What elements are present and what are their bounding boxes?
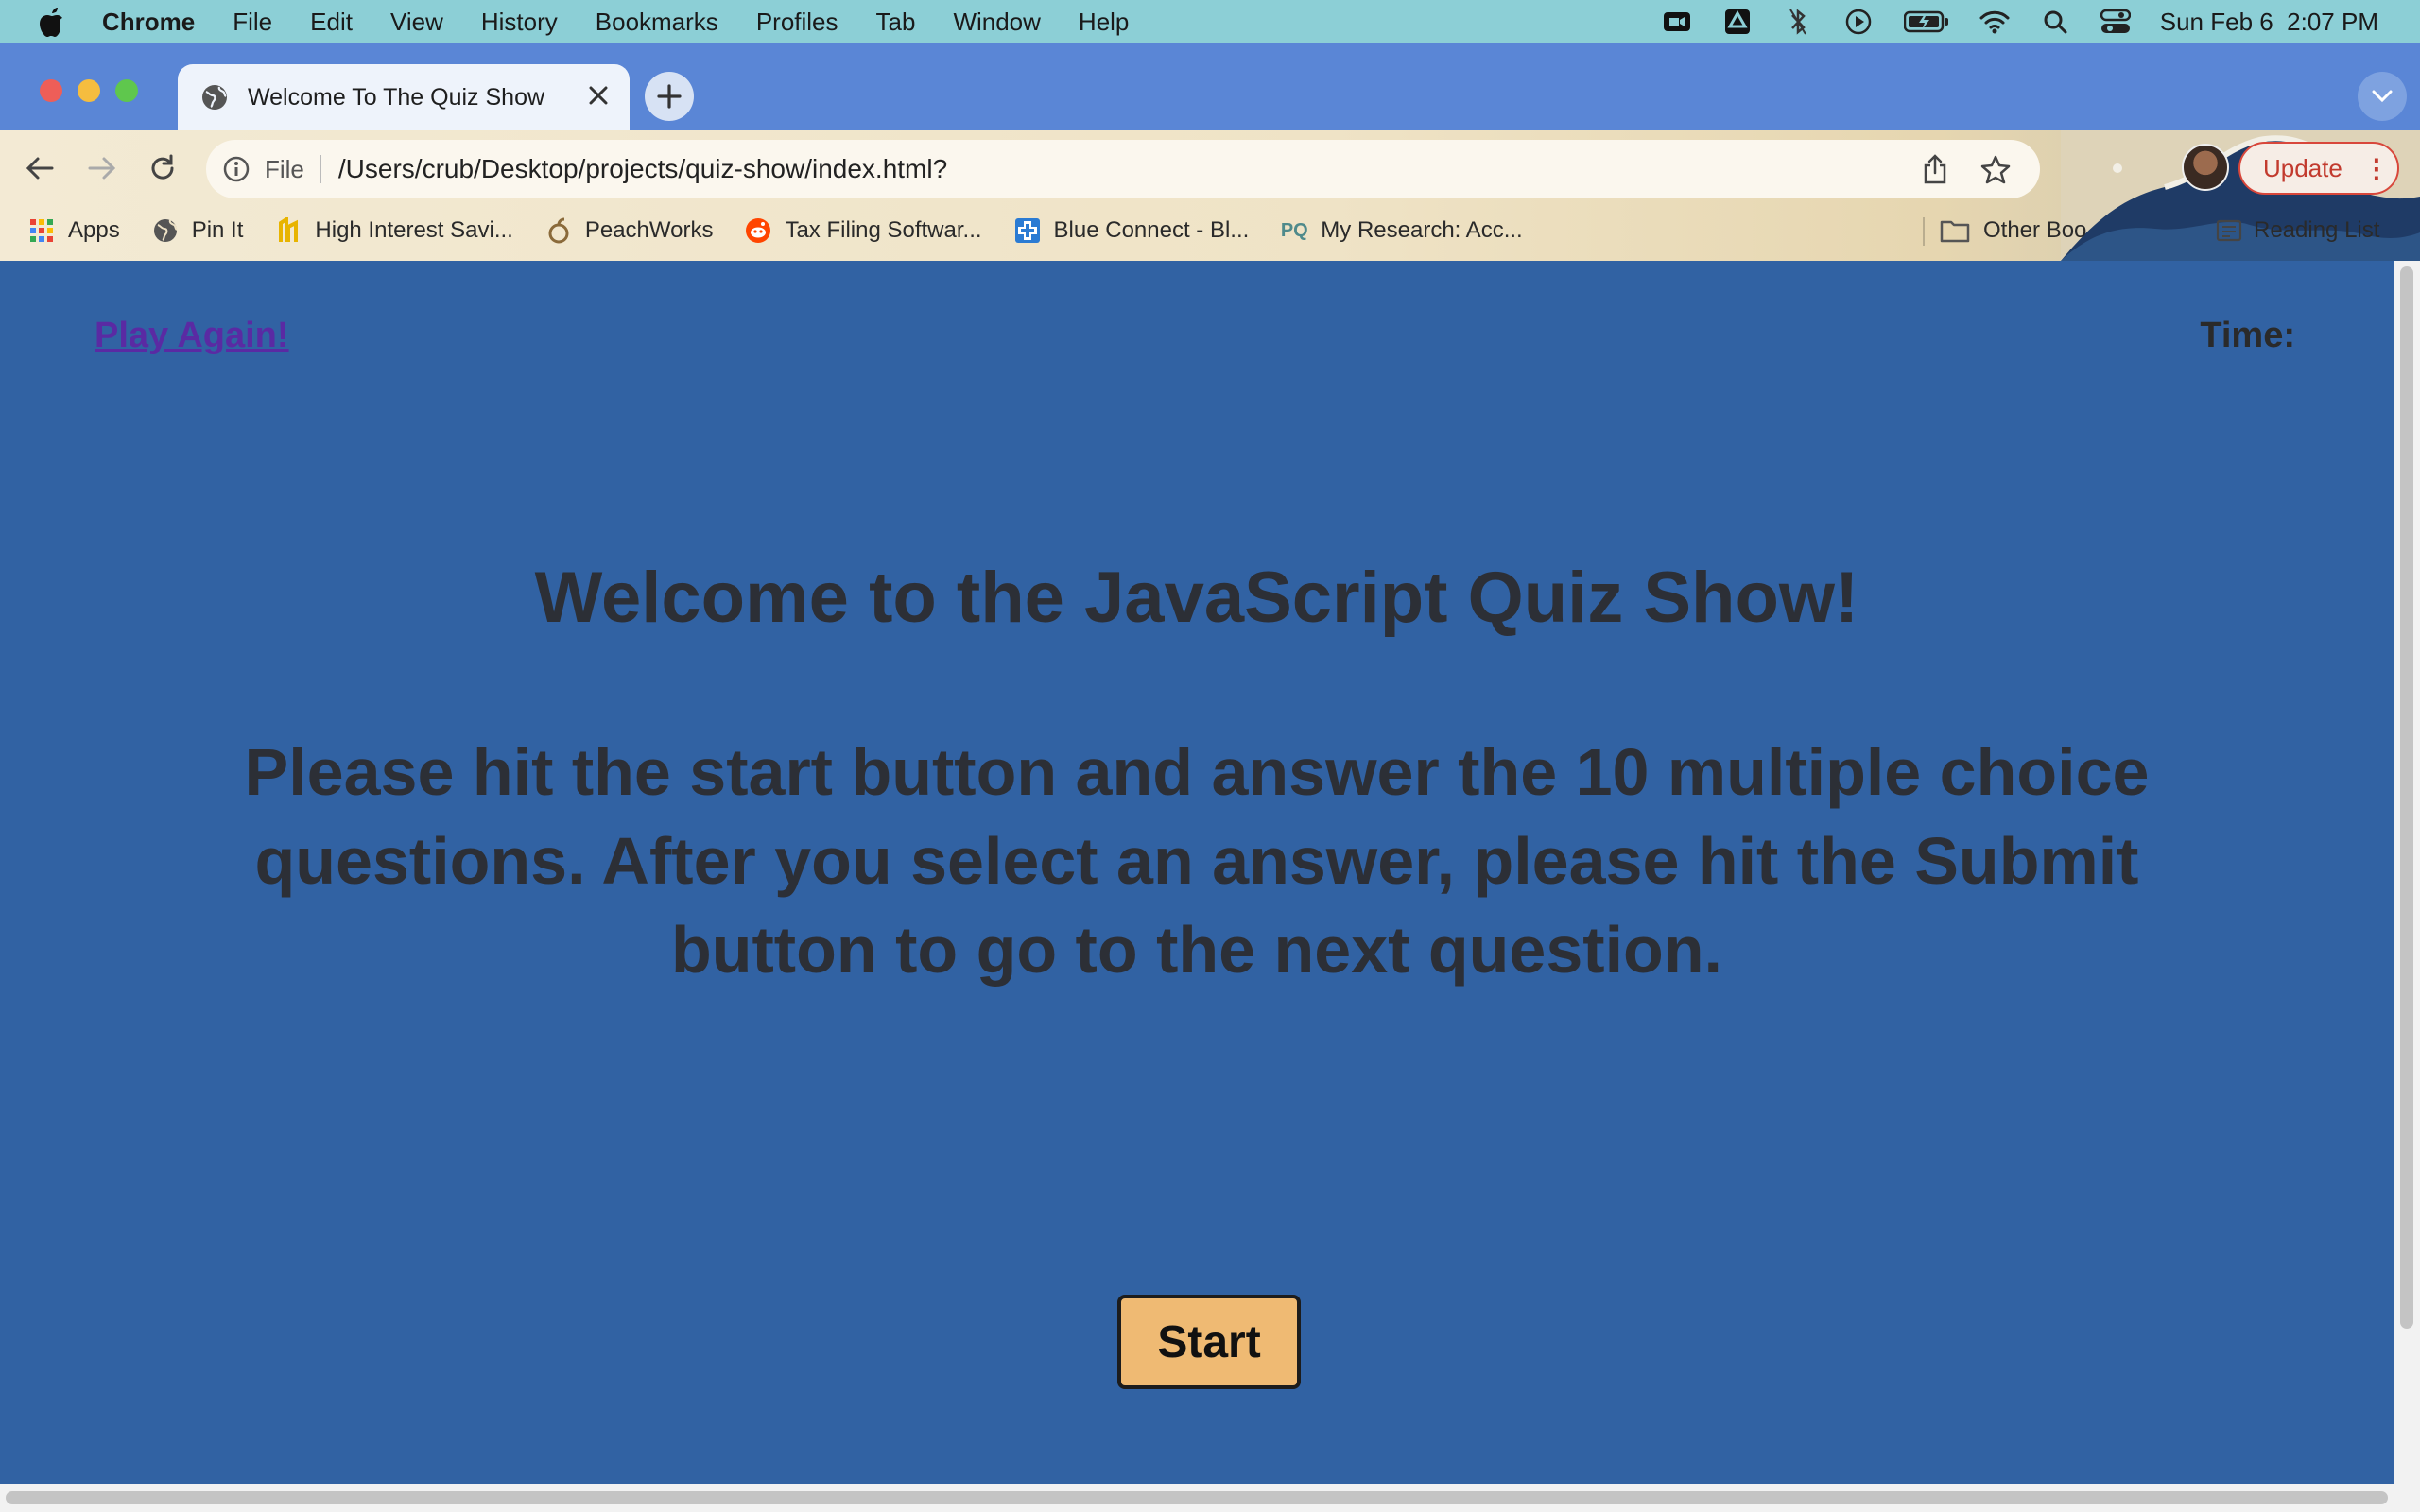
- other-bookmarks-label: Other Boo: [1983, 217, 2087, 243]
- bluecross-icon: [1014, 217, 1041, 244]
- bookmark-my-research[interactable]: PQ My Research: Acc...: [1280, 217, 1523, 244]
- quiz-instructions: Please hit the start button and answer t…: [244, 735, 2150, 987]
- control-center-icon[interactable]: [2100, 8, 2132, 36]
- folder-icon: [1940, 217, 1970, 244]
- vertical-scrollbar-thumb[interactable]: [2400, 266, 2413, 1329]
- menu-help[interactable]: Help: [1079, 8, 1129, 37]
- menu-profiles[interactable]: Profiles: [756, 8, 838, 37]
- quiz-page: Play Again! Time: Welcome to the JavaScr…: [0, 261, 2394, 1484]
- window-close-button[interactable]: [40, 79, 62, 102]
- arrow-right-icon: [88, 157, 116, 180]
- profile-avatar[interactable]: [2182, 144, 2229, 191]
- forward-button[interactable]: [81, 147, 123, 189]
- bookmark-other-bookmarks[interactable]: Other Boo: [1940, 202, 2086, 259]
- browser-tab-active[interactable]: Welcome To The Quiz Show: [178, 64, 630, 130]
- menu-file[interactable]: File: [233, 8, 272, 37]
- bookmark-label: Apps: [68, 217, 120, 243]
- play-again-link[interactable]: Play Again!: [95, 316, 289, 356]
- bookmark-tax-filing[interactable]: Tax Filing Softwar...: [745, 217, 982, 244]
- vertical-scrollbar[interactable]: [2394, 261, 2420, 1484]
- bookmark-label: PeachWorks: [584, 217, 714, 243]
- bookmark-label: My Research: Acc...: [1321, 217, 1523, 243]
- bookmark-high-interest-savings[interactable]: High Interest Savi...: [275, 217, 513, 244]
- info-icon[interactable]: [223, 156, 250, 182]
- bookmark-blue-connect[interactable]: Blue Connect - Bl...: [1014, 217, 1250, 244]
- address-bar[interactable]: File /Users/crub/Desktop/projects/quiz-s…: [206, 140, 2040, 198]
- menu-window[interactable]: Window: [953, 8, 1040, 37]
- menu-bookmarks[interactable]: Bookmarks: [596, 8, 718, 37]
- bookmark-label: Tax Filing Softwar...: [785, 217, 982, 243]
- tab-title: Welcome To The Quiz Show: [248, 83, 545, 111]
- browser-toolbar: File /Users/crub/Desktop/projects/quiz-s…: [0, 130, 2420, 261]
- spotlight-icon[interactable]: [2039, 8, 2071, 36]
- globe-icon: [152, 217, 179, 244]
- apps-grid-icon: [28, 217, 55, 244]
- tab-search-button[interactable]: [2358, 72, 2407, 121]
- macos-menu-bar: Chrome File Edit View History Bookmarks …: [0, 0, 2420, 43]
- horizontal-scrollbar[interactable]: [0, 1484, 2420, 1512]
- reload-icon: [151, 154, 174, 180]
- apple-logo-icon[interactable]: [38, 7, 64, 37]
- bookmark-peachworks[interactable]: PeachWorks: [545, 217, 714, 244]
- wifi-icon[interactable]: [1979, 8, 2011, 36]
- bookmark-label: Blue Connect - Bl...: [1053, 217, 1250, 243]
- zoom-icon[interactable]: [1661, 8, 1693, 36]
- bookmarks-divider: [1923, 217, 1925, 246]
- menu-history[interactable]: History: [481, 8, 558, 37]
- reload-button[interactable]: [142, 147, 183, 189]
- bookmark-star-icon[interactable]: [1979, 153, 2012, 185]
- window-minimize-button[interactable]: [78, 79, 100, 102]
- play-icon[interactable]: [1842, 8, 1875, 36]
- url-scheme-label: File: [265, 154, 304, 183]
- battery-icon[interactable]: [1903, 8, 1950, 36]
- menu-view[interactable]: View: [390, 8, 443, 37]
- horizontal-scrollbar-thumb[interactable]: [6, 1491, 2388, 1504]
- timer-label: Time:: [2200, 316, 2295, 355]
- reading-list-icon: [2216, 217, 2244, 244]
- reading-list-label: Reading List: [2254, 217, 2380, 243]
- update-button[interactable]: Update ⋮: [2238, 142, 2399, 195]
- bookmark-label: Pin It: [191, 217, 244, 243]
- pq-icon: PQ: [1280, 219, 1308, 241]
- menu-chrome[interactable]: Chrome: [102, 8, 195, 37]
- update-label: Update: [2263, 153, 2342, 182]
- arrow-left-icon: [26, 157, 54, 180]
- start-button[interactable]: Start: [1117, 1295, 1301, 1389]
- menu-bar-status-area: Sun Feb 6 2:07 PM: [1661, 0, 2378, 43]
- peach-icon: [545, 217, 572, 244]
- reading-list-button[interactable]: Reading List: [2216, 202, 2379, 259]
- bank-icon: [275, 217, 302, 244]
- kebab-menu-icon[interactable]: ⋮: [2363, 153, 2390, 184]
- bluetooth-icon[interactable]: [1782, 8, 1814, 36]
- bookmark-apps[interactable]: Apps: [28, 217, 120, 244]
- window-zoom-button[interactable]: [115, 79, 138, 102]
- bookmark-label: High Interest Savi...: [315, 217, 513, 243]
- chevron-down-icon: [2372, 90, 2393, 103]
- share-icon[interactable]: [1919, 153, 1951, 185]
- globe-icon: [202, 85, 227, 110]
- back-button[interactable]: [19, 147, 60, 189]
- menu-tab[interactable]: Tab: [876, 8, 916, 37]
- menu-edit[interactable]: Edit: [310, 8, 353, 37]
- drive-icon[interactable]: [1721, 8, 1754, 36]
- reddit-icon: [745, 217, 771, 244]
- plus-icon: [657, 84, 682, 109]
- tab-close-icon[interactable]: [586, 85, 611, 110]
- url-text[interactable]: /Users/crub/Desktop/projects/quiz-show/i…: [338, 154, 1919, 184]
- address-separator: [319, 155, 321, 183]
- quiz-heading: Welcome to the JavaScript Quiz Show!: [534, 558, 1859, 638]
- new-tab-button[interactable]: [645, 72, 694, 121]
- menu-bar-clock[interactable]: Sun Feb 6 2:07 PM: [2160, 8, 2378, 37]
- bookmark-pin-it[interactable]: Pin It: [152, 217, 244, 244]
